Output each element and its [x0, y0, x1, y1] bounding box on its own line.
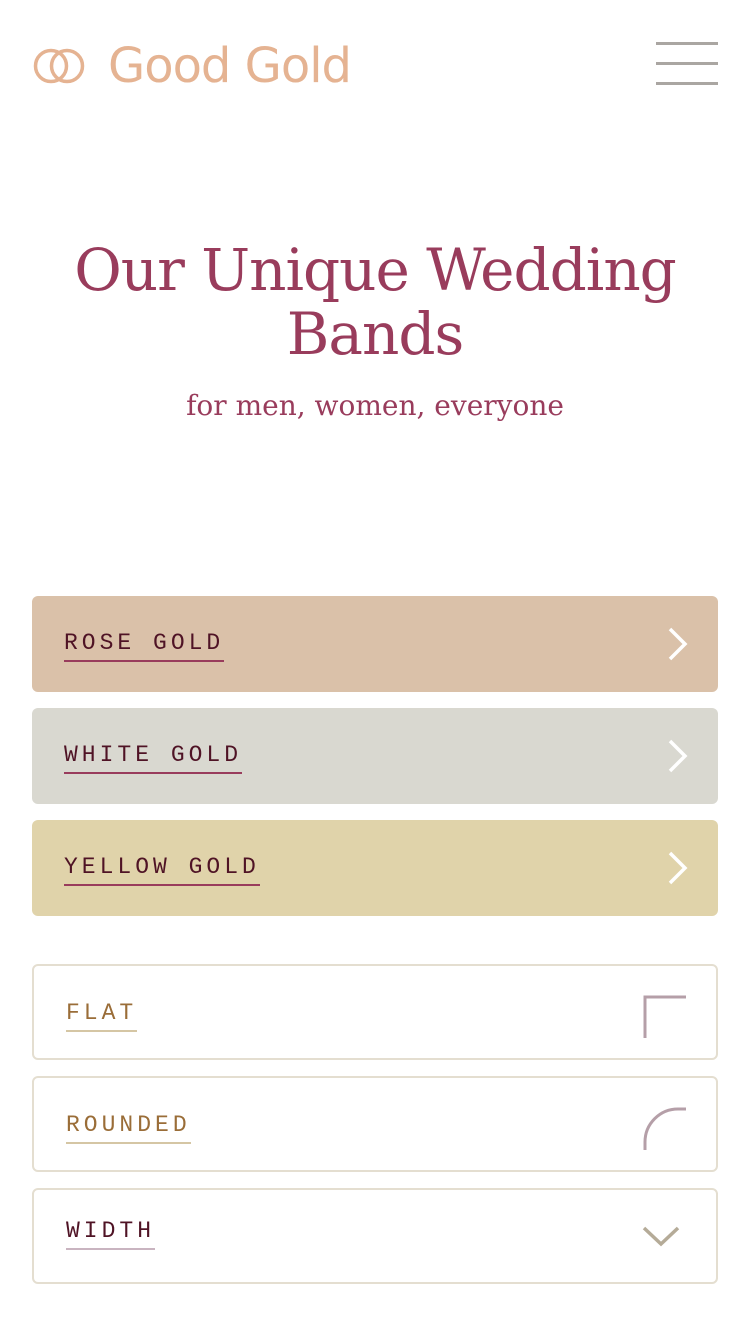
width-dropdown[interactable]: WIDTH — [32, 1188, 718, 1284]
brand-logo[interactable]: Good Gold — [32, 38, 352, 94]
profile-option-label: FLAT — [66, 998, 138, 1032]
page-subtitle: for men, women, everyone — [186, 389, 564, 422]
flat-profile-icon — [643, 995, 686, 1038]
site-header: Good Gold — [0, 0, 750, 130]
metal-option-label: YELLOW GOLD — [64, 852, 260, 886]
rounded-profile-icon — [643, 1107, 686, 1150]
chevron-right-icon — [668, 851, 688, 885]
metal-option-white-gold[interactable]: WHITE GOLD — [32, 708, 718, 804]
metal-option-yellow-gold[interactable]: YELLOW GOLD — [32, 820, 718, 916]
hero-section: Our Unique Wedding Bands for men, women,… — [0, 238, 750, 424]
metal-option-rose-gold[interactable]: ROSE GOLD — [32, 596, 718, 692]
menu-button[interactable] — [652, 40, 722, 90]
profile-option-label: ROUNDED — [66, 1110, 191, 1144]
width-dropdown-label: WIDTH — [66, 1216, 156, 1250]
chevron-down-icon — [642, 1226, 680, 1247]
metal-option-label: WHITE GOLD — [64, 740, 243, 774]
metal-option-label: ROSE GOLD — [64, 628, 225, 662]
chevron-right-icon — [668, 739, 688, 773]
profile-option-flat[interactable]: FLAT — [32, 964, 718, 1060]
chevron-right-icon — [668, 627, 688, 661]
page-title: Our Unique Wedding Bands — [74, 236, 677, 368]
interlocking-rings-icon — [33, 48, 85, 84]
filter-options: ROSE GOLD WHITE GOLD YELLOW GOLD FLAT RO… — [32, 596, 718, 1300]
brand-name: Good Gold — [108, 38, 352, 94]
profile-option-rounded[interactable]: ROUNDED — [32, 1076, 718, 1172]
